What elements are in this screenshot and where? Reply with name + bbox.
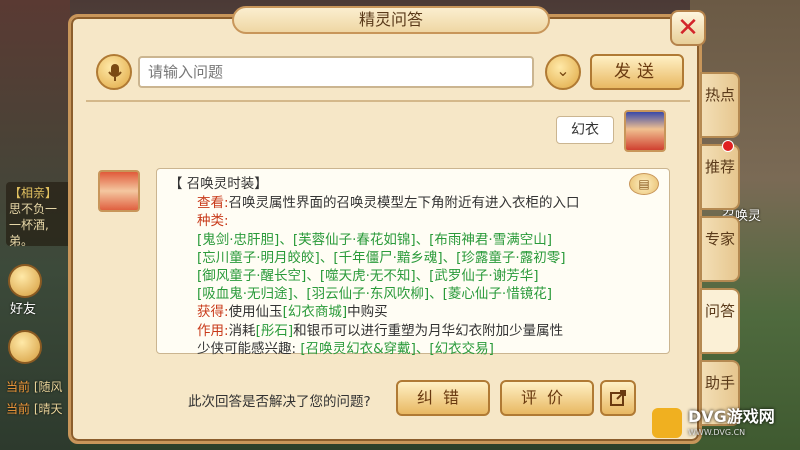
- answer-interest-line: 少侠可能感兴趣: [召唤灵幻衣&穿戴]、[幻衣交易]: [197, 340, 494, 357]
- kinds-line[interactable]: [忘川童子·明月皎皎]、[千年僵尸·黯乡魂]、[珍露童子·露初零]: [169, 249, 659, 267]
- chat-line: 【相亲】: [9, 186, 58, 200]
- user-avatar: [624, 110, 666, 152]
- chat-line: 弟。: [9, 234, 34, 248]
- use-link[interactable]: [彤石]: [256, 323, 294, 339]
- answer-bubble: ▤ 【 召唤灵时装】 查看:召唤灵属性界面的召唤灵模型左下角附近有进入衣柜的入口…: [156, 168, 670, 357]
- gamepad-icon: [652, 408, 682, 438]
- chat-line: 思不负一: [9, 202, 58, 216]
- friends-label: 好友: [10, 302, 37, 317]
- interest-links[interactable]: [召唤灵幻衣&穿戴]、[幻衣交易]: [300, 341, 494, 357]
- answer-view-line: 查看:召唤灵属性界面的召唤灵模型左下角附近有进入衣柜的入口: [197, 195, 580, 212]
- friends-button[interactable]: [8, 264, 42, 298]
- channel-line[interactable]: 当前 [随风: [6, 378, 63, 395]
- answer-kinds-label: 种类:: [197, 213, 229, 230]
- send-button[interactable]: 发送: [590, 54, 684, 90]
- answer-use-line: 作用:消耗[彤石]和银币可以进行重塑为月华幻衣附加少量属性: [197, 322, 564, 339]
- chat-line: 一杯酒,: [9, 218, 49, 232]
- question-input[interactable]: [138, 56, 534, 88]
- history-dropdown-button[interactable]: ⌄: [545, 54, 581, 90]
- divider: [86, 100, 690, 102]
- book-icon[interactable]: ▤: [629, 173, 659, 195]
- tab-qa[interactable]: 问答: [700, 288, 740, 354]
- obtain-link[interactable]: [幻衣商城]: [283, 304, 348, 320]
- tab-expert[interactable]: 专家: [700, 216, 740, 282]
- feedback-question: 此次回答是否解决了您的问题?: [188, 394, 371, 410]
- share-button[interactable]: [600, 380, 636, 416]
- tab-hot[interactable]: 热点: [700, 72, 740, 138]
- world-chat-strip[interactable]: 【相亲】 思不负一 一杯酒, 弟。: [6, 182, 72, 248]
- notification-dot: [722, 140, 734, 152]
- answer-obtain-line: 获得:使用仙玉[幻衣商城]中购买: [197, 304, 388, 321]
- microphone-icon: [108, 64, 122, 81]
- kinds-line[interactable]: [御风童子·醒长空]、[噬天虎·无不知]、[武罗仙子·谢芳华]: [169, 267, 659, 285]
- watermark-logo: DVG游戏网 WWW.DVG.CN: [652, 404, 798, 446]
- answer-heading: 【 召唤灵时装】: [169, 176, 268, 192]
- share-icon: [610, 390, 626, 406]
- npc-avatar: [98, 170, 140, 212]
- panel-title: 精灵问答: [232, 6, 550, 34]
- kinds-line[interactable]: [鬼剑·忠肝胆]、[芙蓉仙子·春花如锦]、[布雨神君·雪满空山]: [169, 231, 659, 249]
- chevron-down-icon: ⌄: [556, 61, 570, 80]
- rate-button[interactable]: 评价: [500, 380, 594, 416]
- correct-button[interactable]: 纠错: [396, 380, 490, 416]
- voice-input-button[interactable]: [96, 54, 132, 90]
- chat-bubble-button[interactable]: [8, 330, 42, 364]
- close-button[interactable]: ✕: [670, 10, 706, 46]
- close-icon: ✕: [677, 13, 699, 43]
- tab-recommend[interactable]: 推荐: [700, 144, 740, 210]
- kinds-line[interactable]: [吸血鬼·无归途]、[羽云仙子·东风吹柳]、[菱心仙子·惜镜花]: [169, 285, 659, 303]
- user-message-bubble: 幻衣: [556, 116, 614, 144]
- channel-line[interactable]: 当前 [晴天: [6, 400, 63, 417]
